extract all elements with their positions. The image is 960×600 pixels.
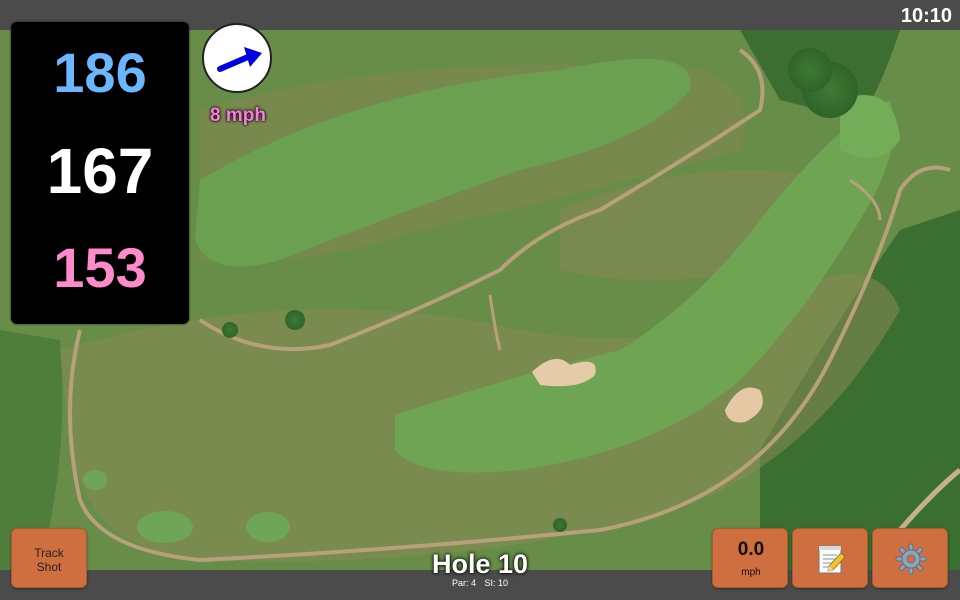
distance-panel: 186 167 153 <box>11 22 189 324</box>
wind-speed: 8 mph <box>210 105 266 126</box>
speed-unit: mph <box>741 567 761 578</box>
hole-stroke-index: SI: 10 <box>484 578 509 588</box>
distance-back: 186 <box>53 41 147 104</box>
hole-title: Hole 10 <box>431 549 529 579</box>
wind-direction-indicator <box>202 23 272 93</box>
distance-middle: 167 <box>46 135 154 207</box>
settings-button[interactable] <box>872 528 948 588</box>
track-shot-button[interactable]: Track Shot <box>11 528 87 588</box>
hole-info: Par: 4 SI: 10 <box>380 578 580 588</box>
notepad-icon <box>818 545 846 574</box>
scorecard-button[interactable] <box>792 528 868 588</box>
track-shot-label-line1: Track <box>34 546 64 560</box>
hole-par: Par: 4 <box>451 578 476 588</box>
gear-icon <box>895 543 927 575</box>
track-shot-label-line2: Shot <box>36 560 62 574</box>
distance-front: 153 <box>53 236 147 299</box>
speed-button[interactable]: 0.0 mph <box>712 528 788 588</box>
wind-arrow-icon <box>217 47 262 72</box>
status-time: 10:10 <box>900 5 952 27</box>
speed-value: 0.0 <box>737 539 765 560</box>
